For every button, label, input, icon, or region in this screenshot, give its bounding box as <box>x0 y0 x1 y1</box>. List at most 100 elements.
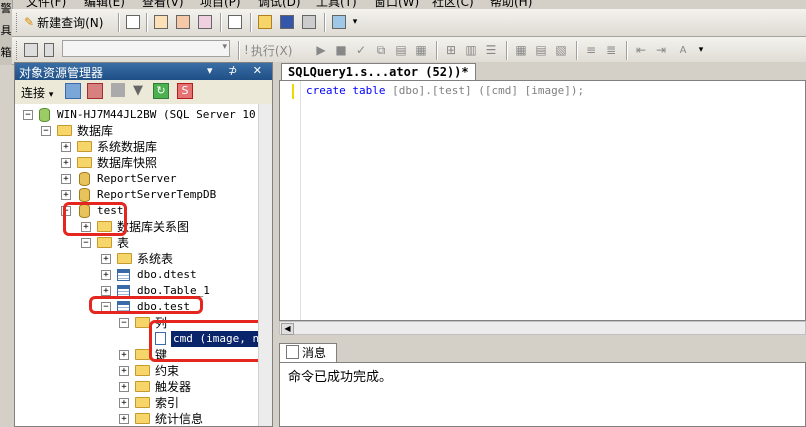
connect-server-icon[interactable] <box>65 83 81 99</box>
expand-icon[interactable]: + <box>119 382 129 392</box>
expand-icon[interactable]: + <box>101 286 111 296</box>
debug-icon[interactable]: ▶ <box>312 41 330 59</box>
estimated-plan-icon[interactable]: ⧉ <box>372 41 390 59</box>
tree-label-diagrams: 数据库关系图 <box>117 220 190 234</box>
results-file2-icon[interactable]: ▧ <box>552 41 570 59</box>
results-grid-icon[interactable]: ▦ <box>512 41 530 59</box>
expand-icon[interactable]: + <box>101 270 111 280</box>
collapse-icon[interactable]: − <box>119 318 129 328</box>
editor-gutter <box>280 81 301 320</box>
expand-icon[interactable]: + <box>61 158 71 168</box>
menu-help[interactable]: 帮助(H) <box>490 0 532 8</box>
tab-sqlquery1[interactable]: SQLQuery1.s...ator (52))* <box>281 63 476 81</box>
menu-community[interactable]: 社区(C) <box>432 0 474 8</box>
object-explorer-tree: − WIN-HJ7M44JL2BW (SQL Server 10.5 − 数据库… <box>15 104 258 426</box>
object-explorer-scrollbar[interactable] <box>258 104 272 426</box>
mdx-query-icon[interactable] <box>152 13 170 31</box>
toolbox-strip-char-3: 箱 <box>0 46 12 59</box>
increase-indent-icon[interactable]: ⇥ <box>652 41 670 59</box>
query-designer-icon[interactable]: ▤ <box>392 41 410 59</box>
print-icon[interactable] <box>300 13 318 31</box>
toolbar-grip[interactable] <box>16 13 20 32</box>
scroll-left-icon[interactable]: ◀ <box>281 323 294 335</box>
sql-editor[interactable]: create table [dbo].[test] ([cmd] [image]… <box>279 80 806 321</box>
toolbar-overflow-icon[interactable]: ▾ <box>350 13 360 31</box>
expand-icon[interactable]: + <box>119 366 129 376</box>
file-icon[interactable] <box>124 13 142 31</box>
menu-tools[interactable]: 工具(T) <box>316 0 357 8</box>
folder-icon <box>97 237 112 248</box>
server-icon <box>39 108 50 122</box>
menu-window[interactable]: 窗口(W) <box>374 0 419 8</box>
dmx-query-icon[interactable] <box>174 13 192 31</box>
collapse-icon[interactable]: − <box>23 110 33 120</box>
connect-dropdown[interactable]: 连接 ▾ <box>21 84 53 101</box>
uncomment-icon[interactable]: ≣ <box>602 41 620 59</box>
folder-icon <box>77 157 92 168</box>
new-query-button[interactable]: ✎ 新建查询(N) <box>24 13 114 31</box>
tab-messages[interactable]: 消息 <box>279 343 337 363</box>
stop-icon[interactable] <box>111 83 125 97</box>
keyword-table: table <box>352 84 386 97</box>
decrease-indent-icon[interactable]: ⇤ <box>632 41 650 59</box>
collapse-icon[interactable]: − <box>41 126 51 136</box>
editor-horizontal-scrollbar[interactable]: ◀ <box>279 321 806 335</box>
summary-icon[interactable]: S <box>177 83 193 99</box>
folder-icon <box>77 141 92 152</box>
menu-view[interactable]: 查看(V) <box>142 0 184 8</box>
client-stats-icon[interactable]: ▥ <box>462 41 480 59</box>
database-select[interactable]: ▾ <box>62 40 230 57</box>
filter-icon[interactable]: ▼ <box>133 83 143 98</box>
toolbar-grip[interactable] <box>16 41 20 60</box>
messages-icon <box>286 345 299 359</box>
open-folder-icon[interactable] <box>256 13 274 31</box>
menu-edit[interactable]: 编辑(E) <box>84 0 125 8</box>
expand-icon[interactable]: + <box>101 254 111 264</box>
specify-values-icon[interactable]: A <box>674 41 692 59</box>
document-tab-strip: SQLQuery1.s...ator (52))* <box>279 62 806 81</box>
collapse-icon[interactable]: − <box>81 238 91 248</box>
activity-monitor-icon[interactable] <box>330 13 348 31</box>
result-message: 命令已成功完成。 <box>288 370 393 385</box>
object-explorer-toolbar: 连接 ▾ ▼ ↻ S <box>15 80 272 105</box>
folder-icon <box>117 253 132 264</box>
change-connection-icon[interactable] <box>42 41 56 59</box>
comment-icon[interactable]: ≡ <box>582 41 600 59</box>
save-icon[interactable] <box>278 13 296 31</box>
toolbox-strip-char-2: 具 <box>0 24 12 37</box>
expand-icon[interactable]: + <box>61 174 71 184</box>
menu-project[interactable]: 项目(P) <box>200 0 241 8</box>
include-plan-icon[interactable]: ⊞ <box>442 41 460 59</box>
new-query-icon: ✎ <box>24 15 35 29</box>
tree-label-system-databases: 系统数据库 <box>97 140 158 154</box>
results-file-icon[interactable]: ▤ <box>532 41 550 59</box>
xmla-query-icon[interactable] <box>196 13 214 31</box>
panel-controls[interactable]: ▾ ⊅ ✕ <box>207 64 268 77</box>
new-file-icon[interactable] <box>226 13 244 31</box>
execute-button[interactable]: ! 执行(X) <box>244 41 300 59</box>
expand-icon[interactable]: + <box>61 190 71 200</box>
results-text-icon[interactable]: ☰ <box>482 41 500 59</box>
intellisense-icon[interactable]: ▦ <box>412 41 430 59</box>
expand-icon[interactable]: + <box>119 414 129 424</box>
connect-label: 连接 <box>21 86 46 100</box>
folder-icon <box>135 397 150 408</box>
object-explorer-title: 对象资源管理器 <box>19 66 104 80</box>
expand-icon[interactable]: + <box>119 350 129 360</box>
messages-pane: 命令已成功完成。 <box>279 362 806 427</box>
expand-icon[interactable]: + <box>119 398 129 408</box>
disconnect-icon[interactable] <box>87 83 103 99</box>
menu-debug[interactable]: 调试(D) <box>258 0 301 8</box>
toolbar-overflow-icon[interactable]: ▾ <box>696 41 706 59</box>
menu-file[interactable]: 文件(F) <box>26 0 66 8</box>
code-rest: [dbo].[test] ([cmd] [image]); <box>385 84 585 97</box>
parse-icon[interactable]: ✓ <box>352 41 370 59</box>
tree-label-indexes: 索引 <box>155 396 180 410</box>
toolbox-strip-char-1: 警 <box>0 2 12 15</box>
stop-icon[interactable]: ■ <box>332 41 350 59</box>
connect-icon[interactable] <box>22 41 40 59</box>
expand-icon[interactable]: + <box>61 142 71 152</box>
refresh-icon[interactable]: ↻ <box>153 83 169 99</box>
new-query-label: 新建查询(N) <box>37 15 104 30</box>
chevron-down-icon: ▾ <box>48 90 54 100</box>
